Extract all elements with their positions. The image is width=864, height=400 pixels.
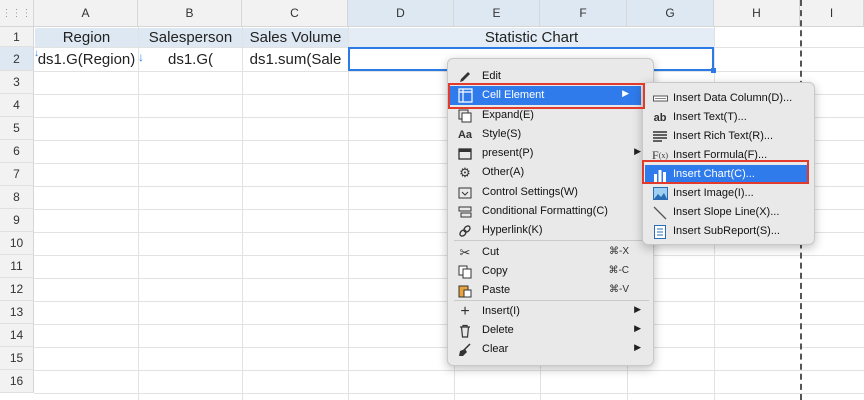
menu-separator (454, 300, 649, 301)
row-header-15[interactable]: 15 (0, 347, 34, 370)
row-header-5[interactable]: 5 (0, 117, 34, 140)
expand-down-arrow-icon: ↓ (34, 48, 39, 59)
broom-icon (457, 342, 473, 357)
cell-c1[interactable]: Sales Volume (243, 28, 348, 47)
submenu-arrow-icon: ▶ (634, 304, 641, 314)
submenu-arrow-icon: ▶ (634, 342, 641, 352)
menu-item-delete[interactable]: Delete ▶ (450, 321, 653, 340)
column-header-h[interactable]: H (714, 0, 800, 27)
text-ab-icon: ab (653, 111, 667, 124)
grid-line (34, 393, 864, 394)
plus-icon: + (460, 302, 470, 320)
subreport-icon (652, 224, 668, 239)
row-header-12[interactable]: 12 (0, 278, 34, 301)
row-header-3[interactable]: 3 (0, 71, 34, 94)
row-header-10[interactable]: 10 (0, 232, 34, 255)
column-header-d[interactable]: D (348, 0, 454, 27)
column-header-b[interactable]: B (138, 0, 242, 27)
submenu-item-insert-image[interactable]: Insert Image(I)... (645, 184, 814, 203)
expand-down-arrow-icon: ↓ (138, 50, 144, 64)
row-header-8[interactable]: 8 (0, 186, 34, 209)
submenu-item-insert-slope-line[interactable]: Insert Slope Line(X)... (645, 203, 814, 222)
row-header-9[interactable]: 9 (0, 209, 34, 232)
grid-line (34, 370, 864, 371)
present-icon (457, 146, 473, 161)
menu-item-paste[interactable]: Paste ⌘-V (450, 281, 653, 300)
menu-item-hyperlink[interactable]: Hyperlink(K) (450, 221, 653, 240)
conditional-formatting-icon (457, 204, 473, 219)
row-header-4[interactable]: 4 (0, 94, 34, 117)
menu-item-cut[interactable]: ✂ Cut ⌘-X (450, 243, 653, 262)
row-header-13[interactable]: 13 (0, 301, 34, 324)
style-icon: Aa (457, 128, 473, 141)
row-header-16[interactable]: 16 (0, 370, 34, 393)
row-header-14[interactable]: 14 (0, 324, 34, 347)
menu-item-insert[interactable]: + Insert(I) ▶ (450, 302, 653, 321)
menu-item-style[interactable]: Aa Style(S) (450, 125, 653, 144)
rich-text-icon (652, 129, 668, 144)
link-icon (457, 223, 473, 238)
menu-item-present[interactable]: present(P) ▶ (450, 144, 653, 163)
submenu-item-insert-text[interactable]: ab Insert Text(T)... (645, 108, 814, 127)
scissors-icon: ✂ (459, 244, 471, 260)
menu-item-copy[interactable]: Copy ⌘-C (450, 262, 653, 281)
column-header-g[interactable]: G (627, 0, 714, 27)
slope-line-icon (652, 205, 668, 220)
column-header-f[interactable]: F (540, 0, 627, 27)
row-header-7[interactable]: 7 (0, 163, 34, 186)
expand-icon (457, 108, 473, 123)
column-header-a[interactable]: A (34, 0, 138, 27)
grid-line (138, 27, 139, 400)
menu-item-conditional-formatting[interactable]: Conditional Formatting(C) (450, 202, 653, 221)
highlight-box-cell-element (448, 83, 645, 109)
cell-c2[interactable]: ds1.sum(Sale (243, 48, 348, 71)
menu-item-other[interactable]: ⚙ Other(A) (450, 163, 653, 182)
column-header-i[interactable]: I (800, 0, 864, 27)
cell-d1-merged[interactable]: Statistic Chart (349, 28, 714, 47)
grid-line (242, 27, 243, 400)
submenu-item-insert-rich-text[interactable]: Insert Rich Text(R)... (645, 127, 814, 146)
trash-icon (457, 323, 473, 338)
grid-line (348, 27, 349, 400)
menu-separator (454, 240, 649, 241)
cell-b1[interactable]: Salesperson (139, 28, 242, 47)
submenu-item-insert-data-column[interactable]: Insert Data Column(D)... (645, 89, 814, 108)
row-header-2[interactable]: 2 (0, 47, 34, 71)
cell-a1[interactable]: Region (35, 28, 138, 47)
copy-icon (457, 264, 473, 279)
pencil-icon (457, 69, 473, 84)
submenu-arrow-icon: ▶ (634, 146, 641, 156)
data-column-icon (652, 91, 668, 106)
submenu-item-insert-subreport[interactable]: Insert SubReport(S)... (645, 222, 814, 241)
gear-icon: ⚙ (459, 164, 471, 180)
cell-b2[interactable]: ds1.G( (139, 48, 242, 71)
row-header-6[interactable]: 6 (0, 140, 34, 163)
menu-item-control-settings[interactable]: Control Settings(W) (450, 183, 653, 202)
highlight-box-insert-chart (642, 160, 809, 184)
column-header-c[interactable]: C (242, 0, 348, 27)
fill-handle[interactable] (711, 68, 716, 73)
control-settings-icon (457, 185, 473, 200)
column-header-e[interactable]: E (454, 0, 540, 27)
select-all-corner[interactable]: ⋮⋮⋮ (0, 0, 34, 27)
paste-icon (457, 283, 473, 298)
row-header-1[interactable]: 1 (0, 27, 34, 47)
cell-a2[interactable]: ds1.G(Region) (35, 48, 138, 71)
row-header-11[interactable]: 11 (0, 255, 34, 278)
menu-item-clear[interactable]: Clear ▶ (450, 340, 653, 359)
image-icon (652, 186, 668, 201)
submenu-arrow-icon: ▶ (634, 323, 641, 333)
